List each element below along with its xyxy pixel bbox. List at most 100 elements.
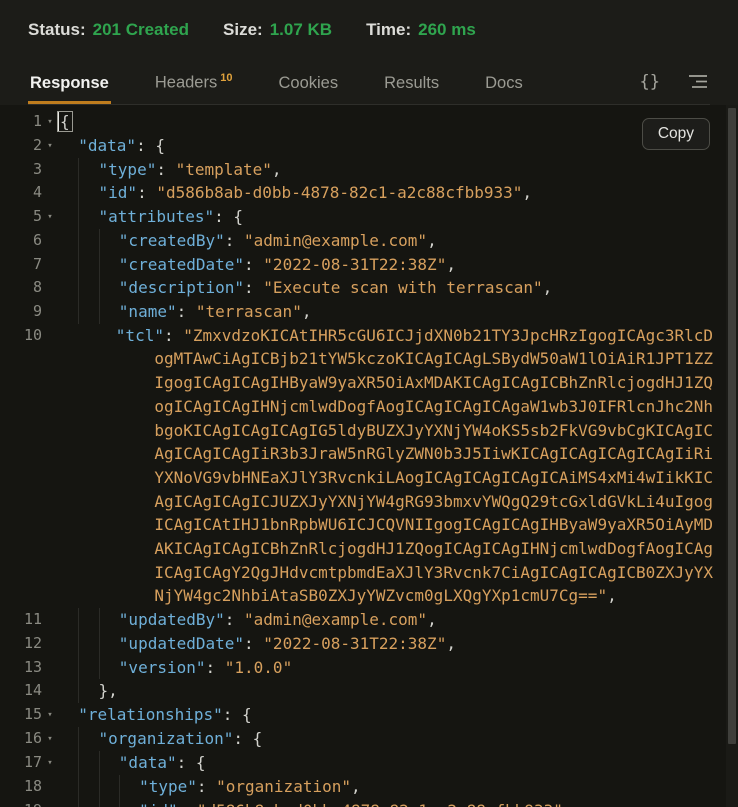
fold-arrow-icon[interactable]: ▾ xyxy=(42,727,58,751)
line-number: 19 xyxy=(0,799,42,807)
indent-guide xyxy=(58,205,78,229)
fold-spacer xyxy=(42,253,58,277)
menu-icon[interactable] xyxy=(688,74,708,89)
line-content: "attributes": { xyxy=(58,205,243,229)
token-punct: : xyxy=(244,634,263,653)
tab-bar: Response Headers10 Cookies Results Docs {} xyxy=(28,66,710,105)
token-str: "admin@example.com" xyxy=(244,231,427,250)
line-content: "description": "Execute scan with terras… xyxy=(58,276,552,300)
code-line: 3"type": "template", xyxy=(0,158,738,182)
tab-label: Cookies xyxy=(278,74,338,92)
fold-arrow-icon[interactable]: ▾ xyxy=(42,205,58,229)
token-punct: : xyxy=(156,160,175,179)
tab-headers[interactable]: Headers10 xyxy=(153,66,235,104)
code-line: 15▾"relationships": { xyxy=(0,703,738,727)
token-key: "updatedBy" xyxy=(119,610,225,629)
tab-response[interactable]: Response xyxy=(28,68,111,104)
line-gutter: 11 xyxy=(0,608,58,632)
code-line: 11"updatedBy": "admin@example.com", xyxy=(0,608,738,632)
indent-guide xyxy=(58,300,78,324)
indent-guide xyxy=(78,656,98,680)
status-label: Status: xyxy=(28,20,86,39)
token-key: "data" xyxy=(119,753,177,772)
token-key: "updatedDate" xyxy=(119,634,244,653)
line-content: }, xyxy=(58,679,118,703)
fold-spacer xyxy=(42,229,58,253)
size-group: Size:1.07 KB xyxy=(223,20,332,40)
line-content: "updatedBy": "admin@example.com", xyxy=(58,608,437,632)
token-punct: , xyxy=(446,255,456,274)
fold-spacer xyxy=(42,775,58,799)
fold-spacer xyxy=(42,608,58,632)
tab-cookies[interactable]: Cookies xyxy=(276,68,340,104)
token-key: "type" xyxy=(139,777,197,796)
token-punct: : xyxy=(206,658,225,677)
tab-docs[interactable]: Docs xyxy=(483,68,525,104)
fold-arrow-icon[interactable]: ▾ xyxy=(42,751,58,775)
line-gutter: 18 xyxy=(0,775,58,799)
line-number: 7 xyxy=(0,253,42,277)
token-punct: : xyxy=(177,302,196,321)
code-line: 1▾{ xyxy=(0,110,738,134)
token-str: "2022-08-31T22:38Z" xyxy=(263,255,446,274)
indent-guide xyxy=(58,608,78,632)
line-gutter: 15▾ xyxy=(0,703,58,727)
indent-guide xyxy=(78,276,98,300)
token-str: "d586b8ab-d0bb-4878-82c1-a2c88cfbb933" xyxy=(197,801,563,807)
indent-guide xyxy=(78,679,98,703)
code-braces-icon[interactable]: {} xyxy=(640,72,660,92)
indent-guide xyxy=(99,300,119,324)
code-lines: 1▾{2▾"data": {3"type": "template",4"id":… xyxy=(0,110,738,807)
line-gutter: 16▾ xyxy=(0,727,58,751)
code-line: 14}, xyxy=(0,679,738,703)
token-key: "tcl" xyxy=(116,326,164,345)
indent-guide xyxy=(99,608,119,632)
fold-arrow-icon[interactable]: ▾ xyxy=(42,703,58,727)
tab-results[interactable]: Results xyxy=(382,68,441,104)
response-viewer: Status:201 Created Size:1.07 KB Time:260… xyxy=(0,0,738,798)
token-brace: { xyxy=(58,112,72,131)
fold-spacer xyxy=(42,300,58,324)
token-punct: , xyxy=(446,634,456,653)
indent-guide xyxy=(58,253,78,277)
code-line: 12"updatedDate": "2022-08-31T22:38Z", xyxy=(0,632,738,656)
line-number: 16 xyxy=(0,727,42,751)
headers-badge: 10 xyxy=(220,72,232,84)
fold-arrow-icon[interactable]: ▾ xyxy=(42,134,58,158)
token-key: "organization" xyxy=(99,729,234,748)
line-content: { xyxy=(58,110,72,134)
indent-guide xyxy=(58,703,78,727)
token-str: "2022-08-31T22:38Z" xyxy=(263,634,446,653)
line-content: "relationships": { xyxy=(58,703,252,727)
line-gutter: 17▾ xyxy=(0,751,58,775)
indent-guide xyxy=(99,632,119,656)
indent-guide xyxy=(78,608,98,632)
code-line: 8"description": "Execute scan with terra… xyxy=(0,276,738,300)
token-key: "id" xyxy=(139,801,178,807)
line-number: 10 xyxy=(0,324,42,608)
token-key: "createdBy" xyxy=(119,231,225,250)
token-str: "d586b8ab-d0bb-4878-82c1-a2c88cfbb933" xyxy=(156,183,522,202)
indent-guide xyxy=(78,727,98,751)
time-group: Time:260 ms xyxy=(366,20,476,40)
line-content: "type": "template", xyxy=(58,158,282,182)
tab-label: Docs xyxy=(485,74,523,92)
token-punct: , xyxy=(272,160,282,179)
vertical-scrollbar[interactable] xyxy=(726,105,738,807)
token-punct: }, xyxy=(99,681,118,700)
indent-guide xyxy=(58,181,78,205)
response-header: Status:201 Created Size:1.07 KB Time:260… xyxy=(0,0,738,105)
token-punct: : xyxy=(244,278,263,297)
tab-label: Headers xyxy=(155,74,217,92)
fold-arrow-icon[interactable]: ▾ xyxy=(42,110,58,134)
copy-button[interactable]: Copy xyxy=(642,118,710,150)
scrollbar-thumb[interactable] xyxy=(728,108,736,744)
line-content: "version": "1.0.0" xyxy=(58,656,292,680)
token-key: "createdDate" xyxy=(119,255,244,274)
token-str: "1.0.0" xyxy=(225,658,292,677)
line-number: 1 xyxy=(0,110,42,134)
line-gutter: 14 xyxy=(0,679,58,703)
indent-guide xyxy=(78,799,98,807)
indent-guide xyxy=(58,632,78,656)
size-label: Size: xyxy=(223,20,263,39)
